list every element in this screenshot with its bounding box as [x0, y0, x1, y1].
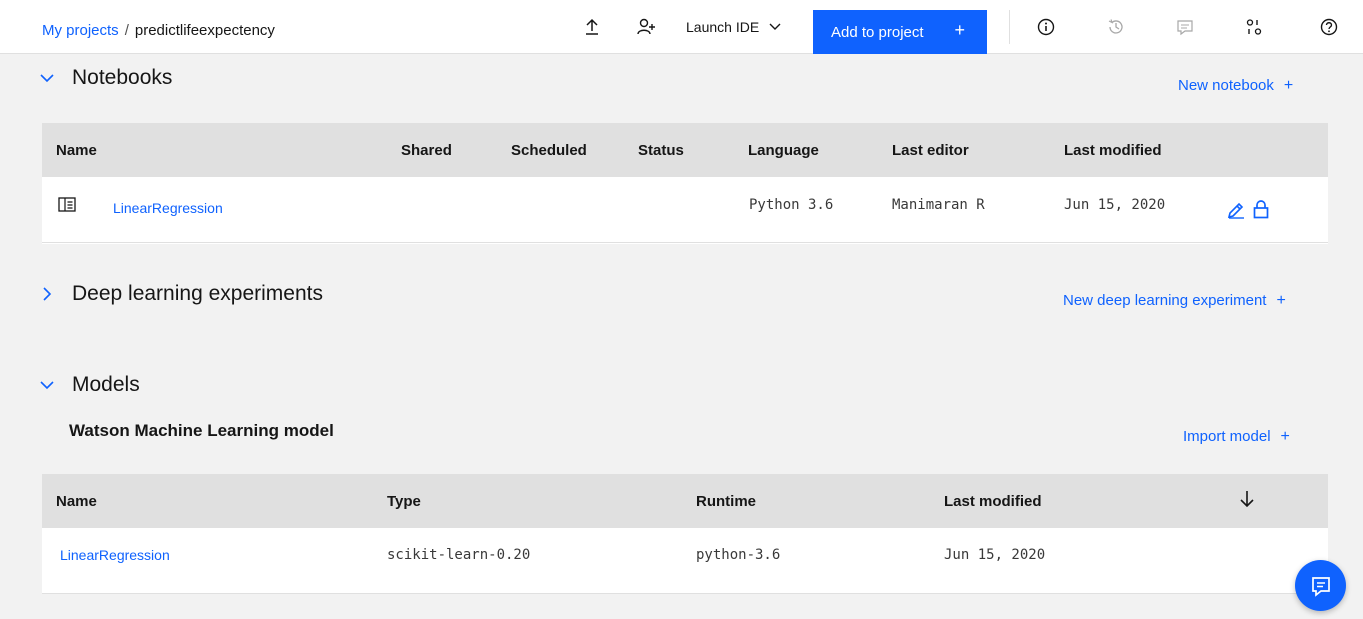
- help-icon[interactable]: [1316, 0, 1342, 54]
- column-header-runtime[interactable]: Runtime: [696, 493, 756, 510]
- experiments-title: Deep learning experiments: [72, 282, 323, 305]
- models-table-header: Name Type Runtime Last modified: [42, 474, 1328, 528]
- breadcrumb-my-projects[interactable]: My projects: [42, 22, 119, 39]
- notebooks-table: Name Shared Scheduled Status Language La…: [42, 123, 1328, 244]
- table-row[interactable]: LinearRegression scikit-learn-0.20 pytho…: [42, 528, 1328, 594]
- new-notebook-label: New notebook: [1178, 77, 1274, 94]
- chat-icon: [1311, 576, 1330, 597]
- add-collaborator-icon[interactable]: [632, 0, 660, 54]
- plus-icon: +: [954, 20, 965, 40]
- lock-icon[interactable]: [1253, 200, 1269, 222]
- column-header-shared[interactable]: Shared: [401, 142, 452, 159]
- comments-icon[interactable]: [1172, 0, 1198, 54]
- column-header-name[interactable]: Name: [56, 493, 97, 510]
- notebook-last-editor: Manimaran R: [892, 197, 985, 213]
- models-table: Name Type Runtime Last modified LinearRe…: [42, 474, 1328, 594]
- column-header-status[interactable]: Status: [638, 142, 684, 159]
- models-title: Models: [72, 373, 140, 396]
- edit-icon[interactable]: [1227, 201, 1245, 222]
- column-header-scheduled[interactable]: Scheduled: [511, 142, 587, 159]
- chevron-down-icon: [40, 380, 54, 389]
- model-last-modified: Jun 15, 2020: [944, 547, 1046, 563]
- data-assets-icon[interactable]: [1241, 0, 1267, 54]
- info-icon[interactable]: [1033, 0, 1059, 54]
- model-type: scikit-learn-0.20: [387, 547, 531, 563]
- notebook-language: Python 3.6: [749, 197, 834, 213]
- experiments-section-toggle[interactable]: Deep learning experiments: [40, 282, 323, 306]
- new-experiment-label: New deep learning experiment: [1063, 292, 1267, 309]
- add-to-project-button[interactable]: Add to project +: [813, 10, 987, 54]
- chat-button[interactable]: [1295, 560, 1346, 611]
- notebooks-table-header: Name Shared Scheduled Status Language La…: [42, 123, 1328, 177]
- model-name-link[interactable]: LinearRegression: [60, 547, 170, 563]
- model-runtime: python-3.6: [696, 547, 781, 563]
- plus-icon: +: [1276, 292, 1286, 309]
- notebook-last-modified: Jun 15, 2020: [1064, 197, 1166, 213]
- sort-arrow-down-icon[interactable]: [1240, 490, 1254, 512]
- header-divider: [1009, 10, 1010, 44]
- plus-icon: +: [1280, 428, 1290, 445]
- column-header-last-modified[interactable]: Last modified: [944, 493, 1042, 510]
- chevron-right-icon: [43, 287, 52, 301]
- breadcrumb: My projects / predictlifeexpectency: [42, 22, 275, 39]
- notebook-icon: [58, 197, 76, 215]
- column-header-language[interactable]: Language: [748, 142, 819, 159]
- import-model-link[interactable]: Import model +: [1183, 428, 1290, 446]
- notebook-name-link[interactable]: LinearRegression: [113, 200, 223, 216]
- history-icon[interactable]: [1103, 0, 1129, 54]
- column-header-name[interactable]: Name: [56, 142, 97, 159]
- column-header-type[interactable]: Type: [387, 493, 421, 510]
- column-header-last-editor[interactable]: Last editor: [892, 142, 969, 159]
- table-row[interactable]: LinearRegression Python 3.6 Manimaran R …: [42, 177, 1328, 243]
- launch-ide-label: Launch IDE: [686, 19, 760, 35]
- breadcrumb-separator: /: [124, 22, 129, 39]
- models-section-toggle[interactable]: Models: [40, 373, 140, 397]
- breadcrumb-current-project: predictlifeexpectency: [134, 22, 275, 39]
- upload-icon[interactable]: [578, 0, 606, 54]
- chevron-down-icon: [769, 23, 781, 30]
- notebooks-section-toggle[interactable]: Notebooks: [40, 66, 172, 90]
- add-to-project-label: Add to project: [831, 23, 924, 41]
- import-model-label: Import model: [1183, 428, 1271, 445]
- chevron-down-icon: [40, 73, 54, 82]
- plus-icon: +: [1283, 77, 1294, 94]
- notebooks-title: Notebooks: [72, 66, 173, 89]
- column-header-last-modified[interactable]: Last modified: [1064, 142, 1162, 159]
- top-header: My projects / predictlifeexpectency Launch…: [0, 0, 1363, 54]
- new-experiment-link[interactable]: New deep learning experiment +: [1063, 292, 1286, 310]
- new-notebook-link[interactable]: New notebook +: [1178, 77, 1293, 95]
- models-subtitle: Watson Machine Learning model: [69, 421, 334, 440]
- launch-ide-dropdown[interactable]: Launch IDE: [686, 0, 781, 54]
